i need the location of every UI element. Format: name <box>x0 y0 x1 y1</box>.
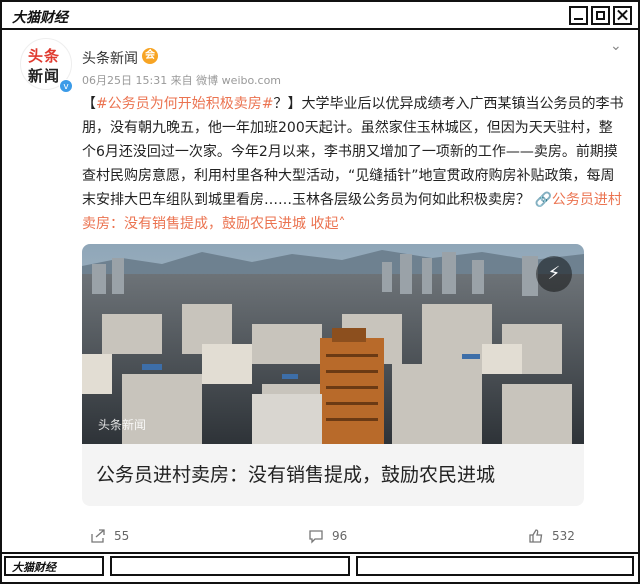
avatar-text-bottom: 新闻 <box>28 67 61 85</box>
footer-panel-middle <box>110 556 350 576</box>
image-watermark: 头条新闻 <box>98 418 147 432</box>
maximize-button[interactable] <box>591 6 610 25</box>
bracket-open: 【 <box>82 96 96 112</box>
chevron-up-icon[interactable]: ˄ <box>338 216 345 232</box>
footer-divider <box>2 552 638 554</box>
minimize-button[interactable] <box>569 6 588 25</box>
play-icon[interactable]: ⚡ <box>536 256 572 292</box>
card-caption[interactable]: 公务员进村卖房：没有销售提成，鼓励农民进城 <box>82 444 584 506</box>
city-photo <box>82 244 584 444</box>
footer-bar: 大猫财经 <box>2 556 638 580</box>
avatar-text-top: 头条 <box>28 47 61 65</box>
close-button[interactable] <box>613 6 632 25</box>
collapse-link[interactable]: 收起 <box>310 216 338 232</box>
author-name[interactable]: 头条新闻 <box>82 48 138 68</box>
comment-icon <box>309 530 323 544</box>
title-bar: 大猫财经 <box>2 2 638 30</box>
footer-title: 大猫财经 <box>12 561 56 574</box>
comment-count: 96 <box>332 529 348 543</box>
footer-title-box: 大猫财经 <box>4 556 104 576</box>
hashtag-link[interactable]: #公务员为何开始积极卖房# <box>96 96 273 112</box>
link-icon: 🔗 <box>534 192 552 208</box>
post-body: 【#公务员为何开始积极卖房#？】大学毕业后以优异成绩考入广西某镇当公务员的李书朋… <box>82 92 624 236</box>
comment-button[interactable]: 96 <box>308 528 347 544</box>
share-count: 55 <box>114 529 130 543</box>
window-controls <box>569 6 632 25</box>
verified-icon: v <box>59 79 73 93</box>
share-button[interactable]: 55 <box>90 528 129 544</box>
footer-panel-right <box>356 556 634 576</box>
like-button[interactable]: 532 <box>528 528 575 544</box>
share-icon <box>91 529 105 543</box>
like-count: 532 <box>552 529 575 543</box>
content-area: 头条 新闻 v 头条新闻 会 06月25日 15:31 来自 微博 weibo.… <box>2 30 638 552</box>
avatar[interactable]: 头条 新闻 v <box>20 38 73 93</box>
like-icon <box>529 529 543 543</box>
member-badge-icon: 会 <box>142 48 158 64</box>
article-image[interactable]: ⚡ 头条新闻 <box>82 244 584 444</box>
window-title: 大猫财经 <box>12 10 68 26</box>
post-meta: 06月25日 15:31 来自 微博 weibo.com <box>82 74 282 87</box>
chevron-down-icon[interactable]: ⌄ <box>610 38 622 54</box>
action-bar: 55 96 532 <box>82 528 624 552</box>
